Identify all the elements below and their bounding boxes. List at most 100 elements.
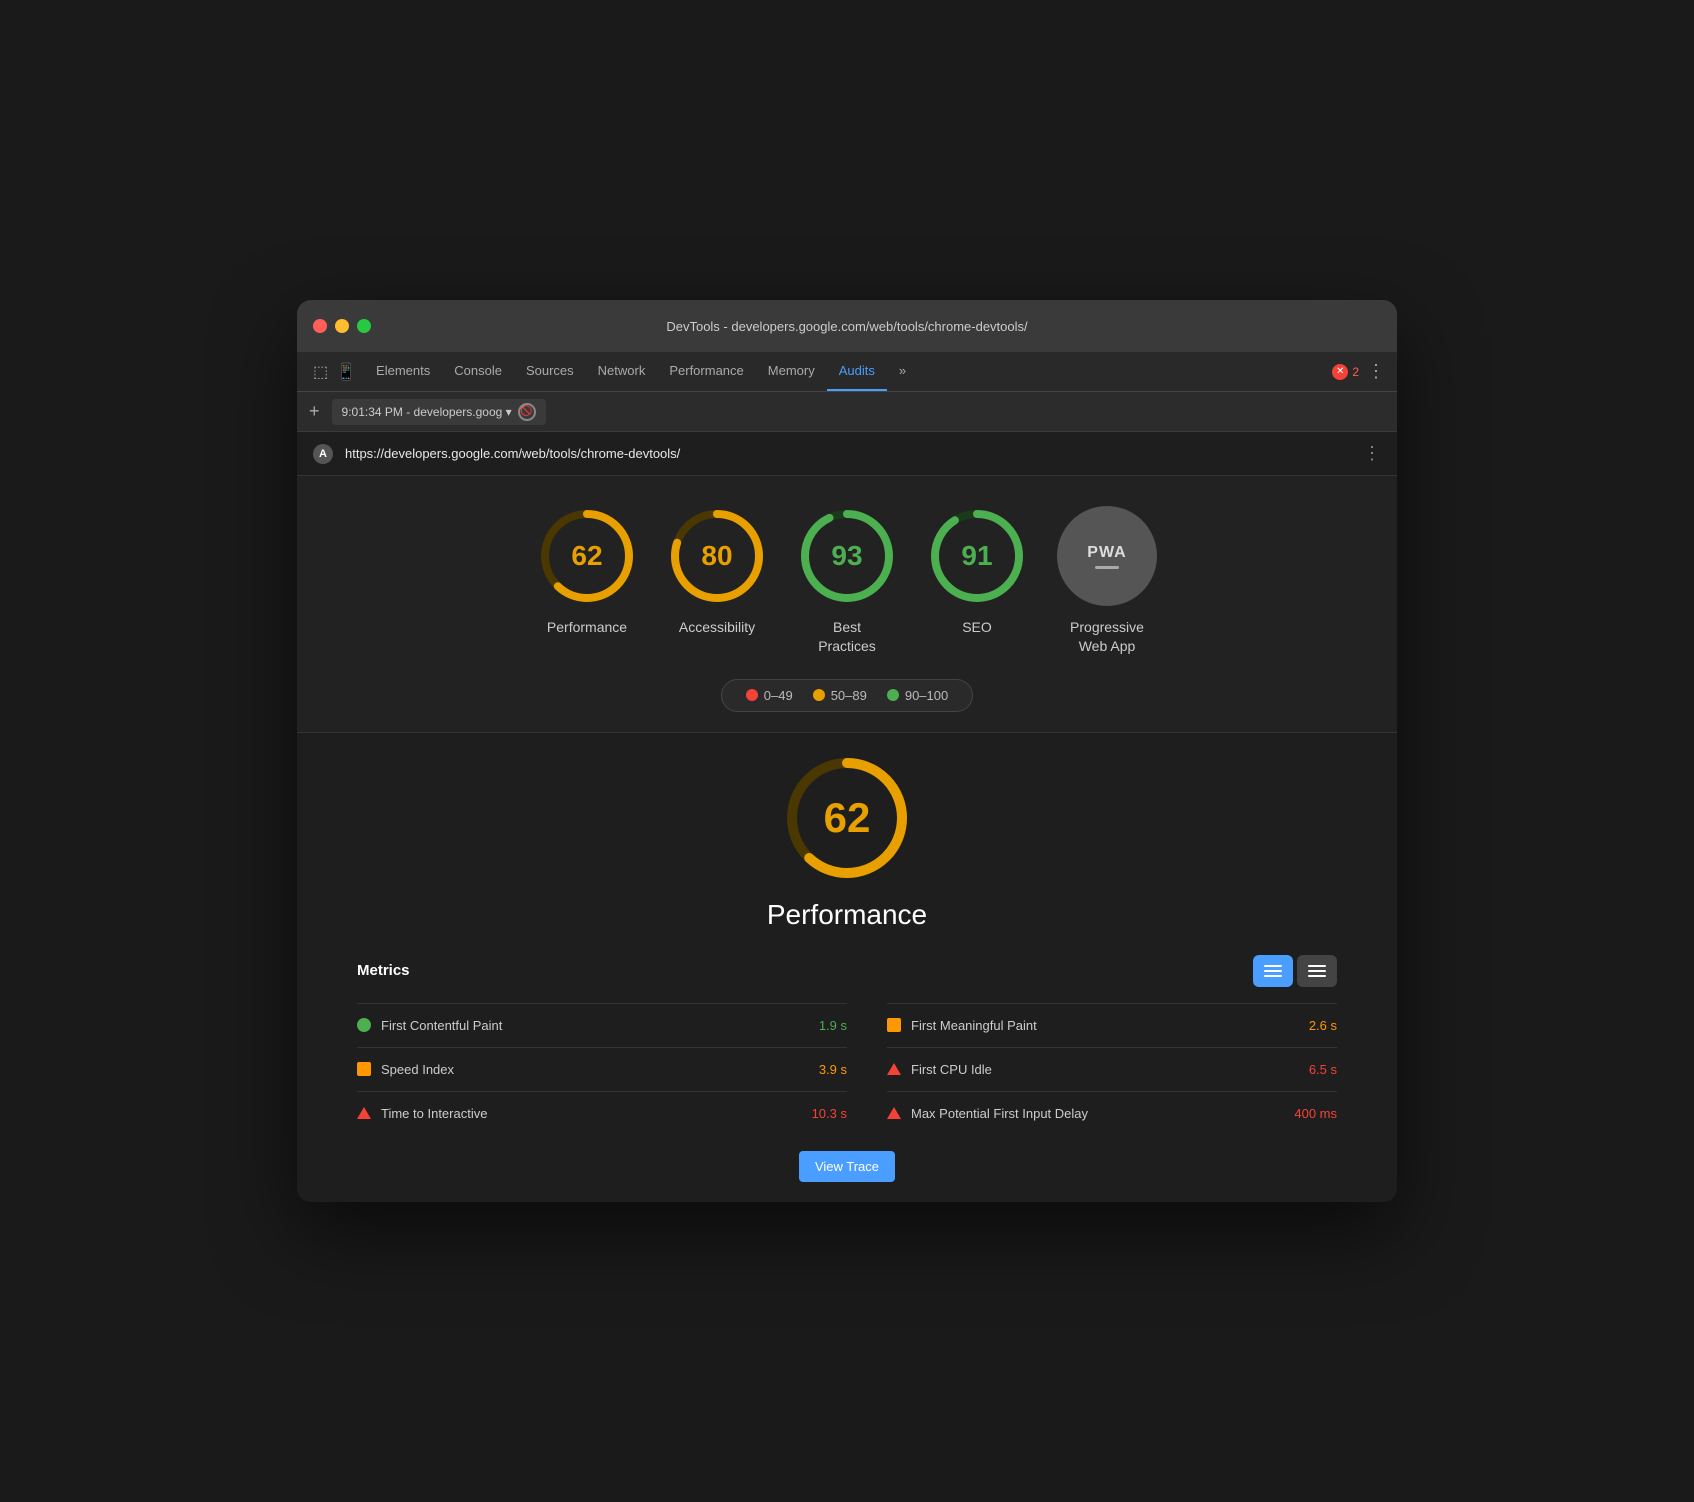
metric-first-contentful-paint: First Contentful Paint 1.9 s: [357, 1003, 847, 1047]
address-bar: + 9:01:34 PM - developers.goog ▾ 🚫: [297, 392, 1397, 432]
score-best-practices[interactable]: 93 BestPractices: [797, 506, 897, 654]
browser-window: DevTools - developers.google.com/web/too…: [297, 300, 1397, 1201]
tti-label: Time to Interactive: [381, 1106, 802, 1121]
legend-red-dot: [746, 689, 758, 701]
tab-sources[interactable]: Sources: [514, 352, 586, 391]
pwa-circle: PWA: [1057, 506, 1157, 606]
accessibility-circle: 80: [667, 506, 767, 606]
view-toggle: [1253, 955, 1337, 987]
tab-network[interactable]: Network: [586, 352, 658, 391]
tab-memory[interactable]: Memory: [756, 352, 827, 391]
fci-label: First CPU Idle: [911, 1062, 1299, 1077]
error-badge[interactable]: ✕ 2: [1332, 364, 1359, 380]
list-view-button[interactable]: [1297, 955, 1337, 987]
mpfid-value: 400 ms: [1294, 1106, 1337, 1121]
legend-red-range: 0–49: [764, 688, 793, 703]
devtools-page-menu-icon[interactable]: ⋮: [1363, 443, 1381, 464]
metric-max-potential-fid: Max Potential First Input Delay 400 ms: [887, 1091, 1337, 1135]
best-practices-score-value: 93: [831, 540, 862, 572]
metric-first-meaningful-paint: First Meaningful Paint 2.6 s: [887, 1003, 1337, 1047]
error-x-icon: ✕: [1332, 364, 1348, 380]
legend-orange: 50–89: [813, 688, 867, 703]
traffic-lights: [313, 319, 371, 333]
legend-orange-range: 50–89: [831, 688, 867, 703]
metrics-header: Metrics: [357, 955, 1337, 987]
fcp-icon: [357, 1018, 371, 1032]
view-trace-button[interactable]: View Trace: [799, 1151, 895, 1182]
minimize-button[interactable]: [335, 319, 349, 333]
score-legend: 0–49 50–89 90–100: [721, 679, 973, 712]
performance-detail-title: Performance: [767, 899, 927, 931]
close-button[interactable]: [313, 319, 327, 333]
seo-circle: 91: [927, 506, 1027, 606]
metrics-right-col: First Meaningful Paint 2.6 s First CPU I…: [847, 1003, 1337, 1135]
address-tab[interactable]: 9:01:34 PM - developers.goog ▾ 🚫: [332, 399, 546, 425]
seo-score-label: SEO: [962, 618, 992, 636]
fcp-label: First Contentful Paint: [381, 1018, 809, 1033]
mpfid-label: Max Potential First Input Delay: [911, 1106, 1284, 1121]
best-practices-score-label: BestPractices: [818, 618, 876, 654]
inspect-icon[interactable]: ⬚: [313, 362, 328, 382]
performance-score-value: 62: [571, 540, 602, 572]
seo-score-value: 91: [961, 540, 992, 572]
tab-audits[interactable]: Audits: [827, 352, 887, 391]
score-pwa[interactable]: PWA ProgressiveWeb App: [1057, 506, 1157, 654]
devtools-url-bar: A https://developers.google.com/web/tool…: [297, 432, 1397, 476]
grid-view-button[interactable]: [1253, 955, 1293, 987]
list-icon: [1308, 965, 1326, 977]
performance-score-label: Performance: [547, 618, 627, 636]
score-performance[interactable]: 62 Performance: [537, 506, 637, 636]
site-favicon: A: [313, 444, 333, 464]
no-cache-icon: 🚫: [518, 403, 536, 421]
perf-big-score-circle: 62: [782, 753, 912, 883]
devtools-icons: ⬚ 📱: [305, 352, 364, 391]
pwa-label: PWA: [1087, 544, 1126, 562]
metric-speed-index: Speed Index 3.9 s: [357, 1047, 847, 1091]
performance-detail-panel: 62 Performance Metrics: [297, 733, 1397, 1202]
grid-icon: [1264, 965, 1282, 977]
legend-green-range: 90–100: [905, 688, 948, 703]
metrics-grid: First Contentful Paint 1.9 s Speed Index…: [357, 1003, 1337, 1135]
devtools-content: A https://developers.google.com/web/tool…: [297, 432, 1397, 1201]
tab-performance[interactable]: Performance: [657, 352, 755, 391]
legend-orange-dot: [813, 689, 825, 701]
metrics-section: Metrics: [357, 955, 1337, 1135]
fmp-label: First Meaningful Paint: [911, 1018, 1299, 1033]
fmp-icon: [887, 1018, 901, 1032]
metrics-label: Metrics: [357, 962, 410, 979]
perf-big-score-value: 62: [824, 794, 871, 842]
site-url: https://developers.google.com/web/tools/…: [345, 446, 1351, 461]
si-label: Speed Index: [381, 1062, 809, 1077]
devtools-more-icon[interactable]: ⋮: [1367, 361, 1385, 382]
score-accessibility[interactable]: 80 Accessibility: [667, 506, 767, 636]
devtools-tabs-bar: ⬚ 📱 Elements Console Sources Network Per…: [297, 352, 1397, 392]
mpfid-icon: [887, 1107, 901, 1119]
tab-elements[interactable]: Elements: [364, 352, 442, 391]
tab-more[interactable]: »: [887, 352, 918, 391]
metric-first-cpu-idle: First CPU Idle 6.5 s: [887, 1047, 1337, 1091]
accessibility-score-value: 80: [701, 540, 732, 572]
legend-green-dot: [887, 689, 899, 701]
bottom-actions: View Trace: [799, 1135, 895, 1182]
window-title: DevTools - developers.google.com/web/too…: [666, 319, 1027, 334]
tab-console[interactable]: Console: [442, 352, 514, 391]
pwa-dash-icon: [1095, 566, 1119, 569]
maximize-button[interactable]: [357, 319, 371, 333]
scores-row: 62 Performance 80 Accessibility: [537, 506, 1157, 654]
metrics-left-col: First Contentful Paint 1.9 s Speed Index…: [357, 1003, 847, 1135]
tabs-right: ✕ 2 ⋮: [1332, 352, 1397, 391]
audit-scores-panel: 62 Performance 80 Accessibility: [297, 476, 1397, 732]
fci-value: 6.5 s: [1309, 1062, 1337, 1077]
tti-icon: [357, 1107, 371, 1119]
fci-icon: [887, 1063, 901, 1075]
legend-red: 0–49: [746, 688, 793, 703]
score-seo[interactable]: 91 SEO: [927, 506, 1027, 636]
device-icon[interactable]: 📱: [336, 362, 356, 382]
si-value: 3.9 s: [819, 1062, 847, 1077]
address-tab-label: 9:01:34 PM - developers.goog ▾: [342, 405, 512, 419]
new-tab-icon[interactable]: +: [309, 401, 320, 422]
performance-circle: 62: [537, 506, 637, 606]
fcp-value: 1.9 s: [819, 1018, 847, 1033]
pwa-score-label: ProgressiveWeb App: [1070, 618, 1144, 654]
metric-time-to-interactive: Time to Interactive 10.3 s: [357, 1091, 847, 1135]
